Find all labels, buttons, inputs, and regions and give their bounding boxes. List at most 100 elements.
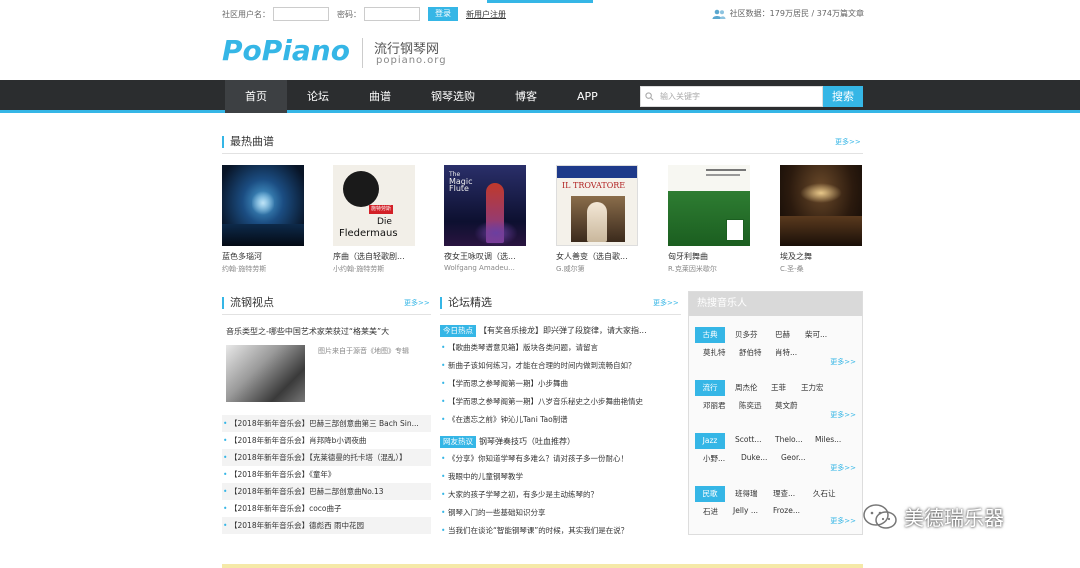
- musician-link[interactable]: 久石让: [813, 488, 836, 499]
- hot-scores-more-link[interactable]: 更多>>: [835, 137, 861, 147]
- nav-piano-buying[interactable]: 钢琴选购: [411, 80, 495, 113]
- list-item[interactable]: 【2018年新年音乐会】巴赫三部创意曲第三 Bach Sin...: [222, 415, 431, 432]
- search-icon: [645, 92, 654, 101]
- musician-link[interactable]: Jelly ...: [733, 506, 758, 515]
- musician-link[interactable]: 舒伯特: [739, 347, 762, 358]
- search-button[interactable]: 搜索: [823, 86, 863, 107]
- album-cover[interactable]: IL TROVATORE: [556, 165, 638, 246]
- nav-scores[interactable]: 曲谱: [349, 80, 411, 113]
- musician-link[interactable]: 周杰伦: [735, 382, 758, 393]
- album-cover[interactable]: 施特劳斯 Die Fledermaus: [333, 165, 415, 246]
- album-cover[interactable]: The Magic Flute: [444, 165, 526, 246]
- album-card[interactable]: 埃及之舞 C.圣-桑: [780, 165, 862, 274]
- list-item[interactable]: 【学而思之参琴阁第一期】八岁音乐秘史之小步舞曲艳情史: [440, 393, 681, 411]
- list-item[interactable]: 《分享》你知道学琴有多难么？请对孩子多一份耐心！: [440, 450, 681, 468]
- views-title: 流钢视点: [222, 297, 274, 309]
- musician-link[interactable]: Scott...: [735, 435, 762, 444]
- musician-link[interactable]: 邓丽君: [703, 400, 726, 411]
- album-cover[interactable]: [668, 165, 750, 246]
- musician-more-link[interactable]: 更多>>: [830, 410, 856, 420]
- album-title[interactable]: 夜女王咏叹调（选...: [444, 251, 526, 262]
- site-logo[interactable]: PoPiano: [222, 34, 350, 67]
- nav-app[interactable]: APP: [557, 80, 618, 113]
- list-item[interactable]: 新曲子该如何练习，才能在合理的时间内做到流畅自如？: [440, 357, 681, 375]
- forum-headline-row[interactable]: 今日热点 【有奖音乐接龙】即兴弹了段旋律，请大家指...: [440, 325, 680, 337]
- forum-more-link[interactable]: 更多>>: [653, 298, 679, 308]
- list-item[interactable]: 【歌曲类琴谱意见箱】版块各类问题，请留言: [440, 339, 681, 357]
- musician-link[interactable]: 班得瑞: [735, 488, 758, 499]
- musician-link[interactable]: 王菲: [771, 382, 786, 393]
- nav-blog[interactable]: 博客: [495, 80, 557, 113]
- album-title[interactable]: 埃及之舞: [780, 251, 862, 262]
- album-title[interactable]: 女人善变（选自歌...: [556, 251, 638, 262]
- musician-link[interactable]: 柴可...: [805, 329, 827, 340]
- musician-group: Jazz Scott... Thelo... Miles... 小野... Du…: [695, 433, 860, 479]
- search-input[interactable]: 输入关键字: [640, 86, 823, 107]
- album-card[interactable]: 蓝色多瑙河 约翰·施特劳斯: [222, 165, 304, 274]
- musician-link[interactable]: 莫扎特: [703, 347, 726, 358]
- register-link[interactable]: 新用户注册: [466, 9, 506, 20]
- search-placeholder: 输入关键字: [660, 92, 700, 101]
- views-headline[interactable]: 音乐类型之-哪些中国艺术家荣获过“格莱美”大: [226, 326, 431, 337]
- album-title[interactable]: 蓝色多瑙河: [222, 251, 304, 262]
- list-item[interactable]: 【2018年新年音乐会】《童年》: [222, 466, 431, 483]
- album-cover[interactable]: [222, 165, 304, 246]
- musician-link[interactable]: 理查...: [773, 488, 795, 499]
- views-caption: 图片来自于源音《地图》专辑: [318, 347, 409, 355]
- musician-link[interactable]: 王力宏: [801, 382, 824, 393]
- list-item[interactable]: 【2018年新年音乐会】【克莱德曼的托卡塔（混乱）】: [222, 449, 431, 466]
- list-item[interactable]: 钢琴入门的一些基础知识分享: [440, 504, 681, 522]
- list-item[interactable]: 当我们在谈论“智能钢琴课”的时候，其实我们是在说？: [440, 522, 681, 540]
- forum-headline-row[interactable]: 网友热议 钢琴弹奏技巧（吐血推荐）: [440, 436, 680, 448]
- cover-text: Fledermaus: [339, 228, 398, 239]
- album-card[interactable]: The Magic Flute 夜女王咏叹调（选... Wolfgang Ama…: [444, 165, 526, 272]
- list-item[interactable]: 大家的孩子学琴之初，有多少是主动练琴的？: [440, 486, 681, 504]
- username-input[interactable]: [273, 7, 329, 21]
- musician-link[interactable]: Duke...: [741, 453, 767, 462]
- logo-divider: [362, 38, 363, 68]
- musician-link[interactable]: Thelo...: [775, 435, 803, 444]
- musician-link[interactable]: 肖特...: [775, 347, 797, 358]
- album-title[interactable]: 序曲（选自轻歌剧...: [333, 251, 415, 262]
- genre-tag[interactable]: 民歌: [695, 486, 725, 502]
- list-item[interactable]: 【学而思之参琴阁第一期】小步舞曲: [440, 375, 681, 393]
- list-item[interactable]: 【2018年新年音乐会】德彪西 雨中花园: [222, 517, 431, 534]
- album-card[interactable]: 匈牙利舞曲 R.克莱因米歇尔: [668, 165, 750, 274]
- list-item[interactable]: 【2018年新年音乐会】巴赫二部创意曲No.13: [222, 483, 431, 500]
- musician-more-link[interactable]: 更多>>: [830, 357, 856, 367]
- musician-link[interactable]: 贝多芬: [735, 329, 758, 340]
- musician-more-link[interactable]: 更多>>: [830, 516, 856, 526]
- forum-headline[interactable]: 钢琴弹奏技巧（吐血推荐）: [479, 437, 575, 446]
- musician-link[interactable]: 陈奕迅: [739, 400, 762, 411]
- musician-link[interactable]: 莫文蔚: [775, 400, 798, 411]
- musician-link[interactable]: Froze...: [773, 506, 800, 515]
- login-button[interactable]: 登录: [428, 7, 458, 21]
- album-card[interactable]: 施特劳斯 Die Fledermaus 序曲（选自轻歌剧... 小约翰·施特劳斯: [333, 165, 415, 274]
- password-input[interactable]: [364, 7, 420, 21]
- musician-group: 民歌 班得瑞 理查... 久石让 石进 Jelly ... Froze... 更…: [695, 486, 860, 532]
- musician-link[interactable]: Geor...: [781, 453, 806, 462]
- nav-forum[interactable]: 论坛: [287, 80, 349, 113]
- genre-tag[interactable]: 古典: [695, 327, 725, 343]
- list-item[interactable]: 《在遗忘之前》钟沁儿Tani Tao制谱: [440, 411, 681, 429]
- views-more-link[interactable]: 更多>>: [404, 298, 430, 308]
- musician-more-link[interactable]: 更多>>: [830, 463, 856, 473]
- musician-link[interactable]: 巴赫: [775, 329, 790, 340]
- list-item[interactable]: 我眼中的儿童钢琴教学: [440, 468, 681, 486]
- musician-link[interactable]: Miles...: [815, 435, 841, 444]
- views-thumbnail[interactable]: [226, 345, 305, 402]
- community-stats-text: 社区数据：179万居民 / 374万篇文章: [729, 9, 864, 18]
- nav-home[interactable]: 首页: [225, 80, 287, 113]
- list-item[interactable]: 【2018年新年音乐会】肖邦降b小调夜曲: [222, 432, 431, 449]
- album-cover[interactable]: [780, 165, 862, 246]
- musician-link[interactable]: 石进: [703, 506, 718, 517]
- list-item[interactable]: 【2018年新年音乐会】coco曲子: [222, 500, 431, 517]
- album-title[interactable]: 匈牙利舞曲: [668, 251, 750, 262]
- album-card[interactable]: IL TROVATORE 女人善变（选自歌... G.威尔第: [556, 165, 638, 274]
- genre-tag[interactable]: Jazz: [695, 433, 725, 449]
- main-nav: 首页 论坛 曲谱 钢琴选购 博客 APP: [0, 80, 1080, 113]
- hot-musicians-panel: 热搜音乐人 古典 贝多芬 巴赫 柴可... 莫扎特 舒伯特 肖特... 更多>>…: [688, 291, 863, 535]
- genre-tag[interactable]: 流行: [695, 380, 725, 396]
- musician-link[interactable]: 小野...: [703, 453, 725, 464]
- forum-headline[interactable]: 【有奖音乐接龙】即兴弹了段旋律，请大家指...: [479, 326, 647, 335]
